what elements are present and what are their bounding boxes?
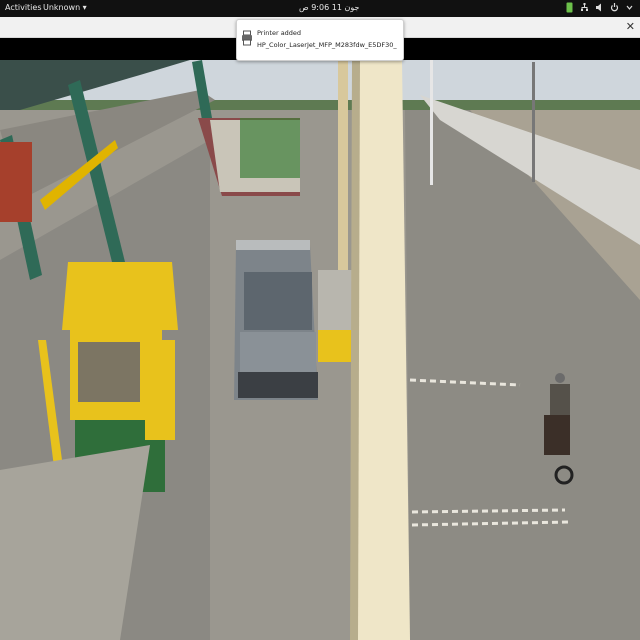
green-fence xyxy=(240,118,300,178)
distant-trees xyxy=(0,100,640,110)
toll-booth-side xyxy=(145,340,175,440)
chevron-down-icon[interactable] xyxy=(625,2,634,13)
clock[interactable]: جون 11 9:06 ص xyxy=(299,3,359,12)
truck-windshield xyxy=(244,272,312,330)
street-light xyxy=(430,60,433,185)
parked-truck xyxy=(0,142,32,222)
toll-booth-roof xyxy=(62,262,178,330)
truck-bumper xyxy=(238,372,318,398)
motorcycle xyxy=(544,415,570,455)
rider-body xyxy=(550,384,570,420)
canopy-pillar xyxy=(356,60,410,640)
notification-body: HP_Color_LaserJet_MFP_M283fdw_E5DF30_ xyxy=(257,41,397,49)
activities-button[interactable]: Activities xyxy=(5,3,42,12)
support-post xyxy=(338,60,348,270)
printer-icon xyxy=(242,30,252,46)
app-menu[interactable]: Unknown ▾ xyxy=(43,3,87,12)
truck-grille xyxy=(240,332,316,372)
notification-title: Printer added xyxy=(257,29,302,37)
system-tray[interactable] xyxy=(565,2,634,13)
volume-icon[interactable] xyxy=(595,2,604,13)
power-icon[interactable] xyxy=(610,2,619,13)
truck-cab-top xyxy=(236,240,310,250)
top-panel: Activities Unknown ▾ جون 11 9:06 ص xyxy=(0,0,640,17)
camera-feed xyxy=(0,60,640,640)
rider-head xyxy=(555,373,565,383)
utility-pole xyxy=(532,62,535,182)
toll-booth-window xyxy=(78,342,140,402)
printer-notification[interactable]: Printer added HP_Color_LaserJet_MFP_M283… xyxy=(236,19,404,61)
toll-plaza-scene xyxy=(0,60,640,640)
app-indicator-icon[interactable] xyxy=(565,2,574,13)
close-button[interactable]: ✕ xyxy=(626,20,635,33)
network-icon[interactable] xyxy=(580,2,589,13)
